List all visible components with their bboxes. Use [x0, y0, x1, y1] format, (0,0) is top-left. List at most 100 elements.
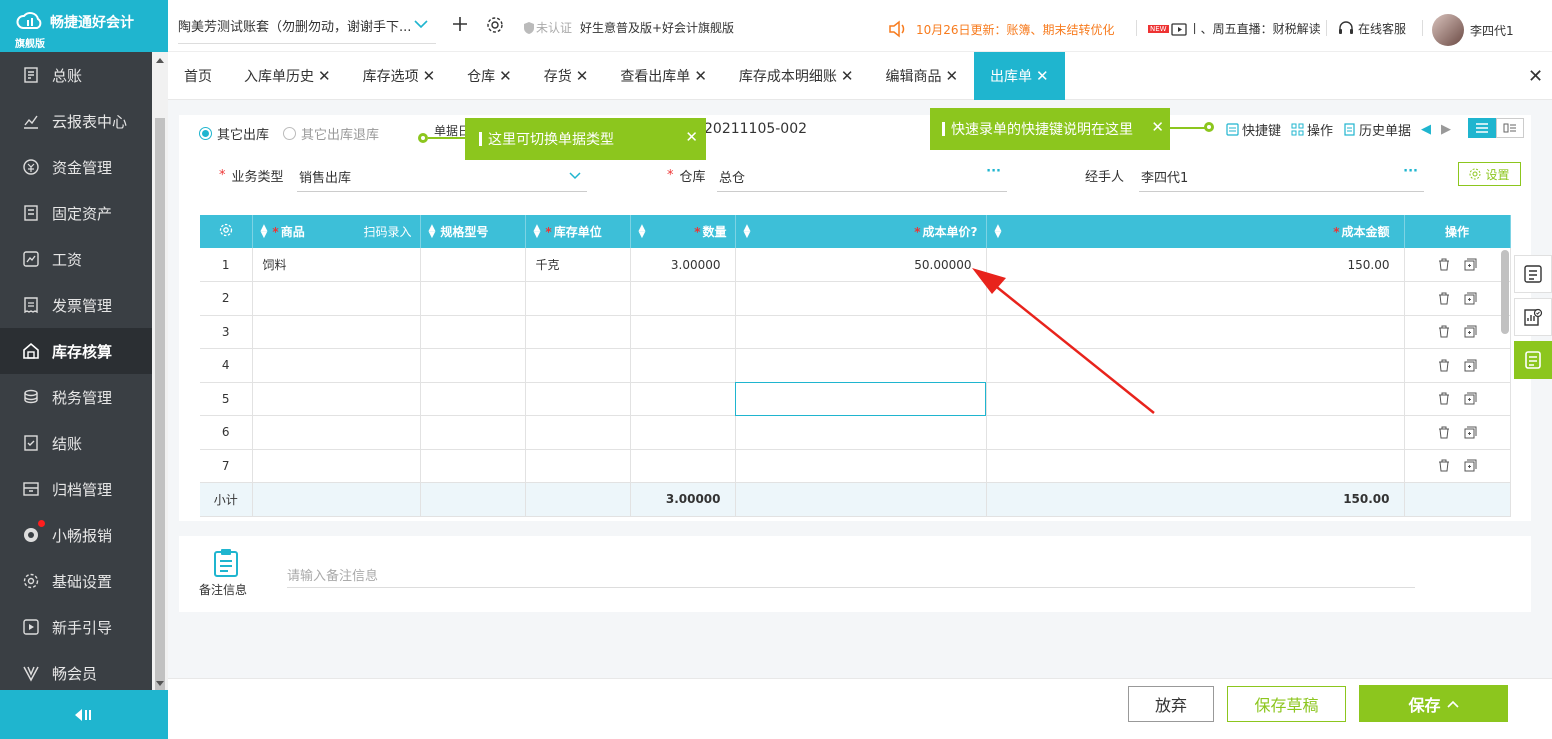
unit-cost-cell[interactable] [735, 415, 987, 450]
settings-button[interactable]: 设置 [1458, 162, 1521, 186]
history-button[interactable]: 历史单据 [1343, 120, 1411, 139]
goods-cell[interactable] [252, 415, 421, 450]
unit-cell[interactable] [525, 348, 631, 383]
update-notice[interactable]: 10月26日更新：账簿、期末结转优化 [888, 20, 1115, 38]
shortcut-button[interactable]: 快捷键 [1226, 120, 1281, 139]
tab-5[interactable]: 查看出库单 ✕ [604, 52, 723, 100]
amount-header[interactable]: ▲ ▼ * 成本金额 [986, 215, 1405, 248]
close-tab-icon[interactable]: ✕ [499, 67, 512, 85]
qty-cell[interactable] [630, 415, 736, 450]
goods-cell[interactable] [252, 348, 421, 383]
amount-cell[interactable] [986, 449, 1405, 483]
collapse-sidebar-button[interactable] [0, 690, 168, 739]
unit-cost-cell[interactable] [735, 348, 987, 383]
tab-4[interactable]: 存货 ✕ [528, 52, 605, 100]
sidebar-item-10[interactable]: 小畅报销 [0, 512, 152, 558]
close-tab-icon[interactable]: ✕ [945, 67, 958, 85]
grid-scrollbar[interactable] [1501, 250, 1509, 334]
amount-cell[interactable] [986, 382, 1405, 416]
spec-cell[interactable] [420, 415, 526, 450]
spec-cell[interactable] [420, 281, 526, 316]
unauthenticated-badge[interactable]: 未认证 [522, 19, 572, 36]
copy-row-icon[interactable] [1464, 426, 1477, 439]
unit-cell[interactable]: 千克 [525, 248, 631, 282]
tab-2[interactable]: 库存选项 ✕ [347, 52, 452, 100]
spec-header[interactable]: ▲ ▼ 规格型号 [420, 215, 526, 248]
close-all-tabs-icon[interactable]: ✕ [1528, 66, 1546, 87]
unit-cost-header[interactable]: ▲ ▼ * 成本单价? [735, 215, 987, 248]
sidebar-item-11[interactable]: 基础设置 [0, 558, 152, 604]
spec-cell[interactable] [420, 382, 526, 416]
qty-cell[interactable] [630, 281, 736, 316]
tab-8[interactable]: 出库单 ✕ [974, 52, 1065, 100]
goods-cell[interactable] [252, 281, 421, 316]
unit-cost-cell[interactable] [735, 281, 987, 316]
sidebar-item-12[interactable]: 新手引导 [0, 604, 152, 650]
handler-input[interactable]: 李四代1 ··· [1139, 162, 1424, 192]
user-menu[interactable]: 李四代1 [1432, 14, 1514, 46]
sidebar-item-7[interactable]: 税务管理 [0, 374, 152, 420]
qty-header[interactable]: ▲ ▼ * 数量 [630, 215, 736, 248]
spec-cell[interactable] [420, 348, 526, 383]
card-view-button[interactable] [1496, 118, 1524, 138]
tab-0[interactable]: 首页 [168, 52, 228, 100]
abandon-button[interactable]: 放弃 [1128, 686, 1214, 722]
qty-cell[interactable] [630, 449, 736, 483]
delete-icon[interactable] [1438, 325, 1450, 338]
amount-cell[interactable] [986, 415, 1405, 450]
delete-icon[interactable] [1438, 258, 1450, 271]
live-broadcast-link[interactable]: NEW 丨、周五直播：财税解读 [1148, 20, 1321, 37]
online-service-link[interactable]: 在线客服 [1338, 20, 1406, 37]
unit-cell[interactable] [525, 382, 631, 416]
goods-cell[interactable]: 饲料 [252, 248, 421, 282]
remark-input[interactable]: 请输入备注信息 [287, 562, 1415, 588]
amount-cell[interactable]: 150.00 [986, 248, 1405, 282]
tab-7[interactable]: 编辑商品 ✕ [869, 52, 974, 100]
copy-row-icon[interactable] [1464, 325, 1477, 338]
more-icon[interactable]: ··· [986, 164, 1001, 179]
amount-cell[interactable] [986, 315, 1405, 349]
qty-cell[interactable] [630, 315, 736, 349]
unit-header[interactable]: ▲ ▼ * 库存单位 [525, 215, 631, 248]
tab-3[interactable]: 仓库 ✕ [451, 52, 528, 100]
spec-cell[interactable] [420, 315, 526, 349]
spec-cell[interactable] [420, 248, 526, 282]
spec-cell[interactable] [420, 449, 526, 483]
plus-icon[interactable] [452, 16, 468, 32]
copy-row-icon[interactable] [1464, 392, 1477, 405]
unit-cost-cell[interactable]: 50.00000 [735, 248, 987, 282]
more-icon[interactable]: ··· [1403, 164, 1418, 179]
tab-1[interactable]: 入库单历史 ✕ [228, 52, 347, 100]
save-draft-button[interactable]: 保存草稿 [1227, 686, 1346, 722]
delete-icon[interactable] [1438, 359, 1450, 372]
radio-other-out[interactable]: 其它出库 [199, 124, 269, 143]
next-arrow-icon[interactable]: ▶ [1441, 122, 1451, 137]
notes-panel-button[interactable] [1514, 341, 1552, 379]
close-tab-icon[interactable]: ✕ [841, 67, 854, 85]
sidebar-item-1[interactable]: 云报表中心 [0, 98, 152, 144]
save-button[interactable]: 保存 [1359, 685, 1508, 722]
unit-cost-cell[interactable] [735, 315, 987, 349]
close-tab-icon[interactable]: ✕ [694, 67, 707, 85]
doc-no-value[interactable]: 20211105-002 [704, 121, 807, 137]
copy-row-icon[interactable] [1464, 258, 1477, 271]
radio-other-return[interactable]: 其它出库退库 [283, 124, 379, 143]
gear-icon[interactable] [486, 16, 504, 34]
qty-cell[interactable] [630, 348, 736, 383]
scan-entry-link[interactable]: 扫码录入 [363, 223, 411, 240]
sidebar-item-5[interactable]: 发票管理 [0, 282, 152, 328]
sidebar-item-8[interactable]: 结账 [0, 420, 152, 466]
unit-cell[interactable] [525, 281, 631, 316]
warehouse-input[interactable]: 总仓 ··· [717, 162, 1007, 192]
prev-arrow-icon[interactable]: ◀ [1421, 122, 1431, 137]
delete-icon[interactable] [1438, 292, 1450, 305]
close-tab-icon[interactable]: ✕ [576, 67, 589, 85]
goods-header[interactable]: ▲ ▼ * 商品 扫码录入 [252, 215, 421, 248]
delete-icon[interactable] [1438, 426, 1450, 439]
sidebar-item-6[interactable]: 库存核算 [0, 328, 152, 374]
list-view-button[interactable] [1468, 118, 1496, 138]
unit-cell[interactable] [525, 315, 631, 349]
list-panel-button[interactable] [1514, 255, 1552, 293]
amount-cell[interactable] [986, 281, 1405, 316]
goods-cell[interactable] [252, 449, 421, 483]
